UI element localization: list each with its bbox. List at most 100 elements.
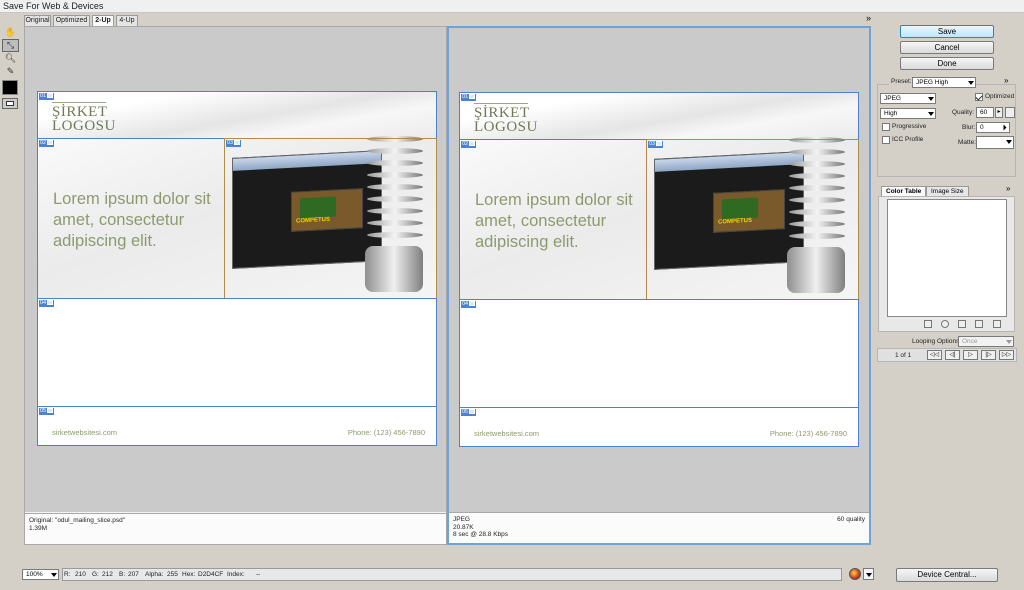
frame-counter: 1 of 1 <box>895 352 912 359</box>
icc-profile-checkbox[interactable] <box>882 136 890 144</box>
slice-01[interactable]: 01 <box>37 91 437 139</box>
slice-label: 03 <box>648 141 664 148</box>
optimized-info-bar: JPEG 20.87K 8 sec @ 28.8 Kbps 60 quality <box>449 512 869 543</box>
matte-select[interactable] <box>976 136 1014 149</box>
tab-image-size[interactable]: Image Size <box>926 186 969 196</box>
slice-label: 01 <box>461 94 477 101</box>
matte-label: Matte: <box>958 139 977 146</box>
optimized-filesize: 20.87K <box>453 523 474 531</box>
new-color-icon[interactable] <box>975 320 983 328</box>
quality-channel-icon[interactable] <box>1005 107 1015 118</box>
status-bar: 100% R: 210 G: 212 B: 207 Alpha: 255 Hex… <box>0 563 1024 590</box>
save-button[interactable]: Save <box>900 25 994 38</box>
lock-color-icon[interactable] <box>958 320 966 328</box>
next-frame-button[interactable]: |▷ <box>981 350 996 360</box>
green-value: 212 <box>102 571 113 578</box>
toggle-slices-visibility-icon[interactable] <box>2 98 18 109</box>
blur-input[interactable]: 0 <box>976 122 1010 133</box>
progressive-label: Progressive <box>892 123 927 130</box>
eyedropper-color-swatch[interactable] <box>2 80 18 95</box>
done-button[interactable]: Done <box>900 57 994 70</box>
preset-label: Preset: <box>889 77 914 86</box>
color-table-grid[interactable] <box>887 199 1007 317</box>
original-filesize: 1.39M <box>29 524 48 532</box>
slice-05[interactable]: 05 <box>37 406 437 446</box>
hex-label: Hex: <box>182 571 196 578</box>
looping-options-label: Looping Options: <box>912 338 962 345</box>
tab-original[interactable]: Original <box>24 15 51 26</box>
slice-05[interactable]: 05 <box>459 407 859 447</box>
original-info-bar: Original: "odul_mailing_slice.psd" 1.39M <box>25 513 446 544</box>
tab-optimized[interactable]: Optimized <box>53 15 90 26</box>
progressive-checkbox[interactable] <box>882 123 890 131</box>
icc-profile-label: ICC Profile <box>892 136 924 143</box>
web-shift-icon[interactable] <box>941 320 949 328</box>
play-button[interactable]: ▷ <box>963 350 978 360</box>
download-time: 8 sec @ 28.8 Kbps <box>453 531 509 538</box>
slice-label: 02 <box>461 141 477 148</box>
slice-label: 02 <box>39 140 55 147</box>
optimize-menu-icon[interactable]: » <box>1004 76 1008 85</box>
quality-slider-arrow-icon[interactable]: ▸ <box>995 107 1003 118</box>
quality-level-select[interactable]: High <box>880 108 936 119</box>
index-label: Index: <box>227 571 245 578</box>
device-central-button[interactable]: Device Central... <box>896 568 998 582</box>
alpha-value: 255 <box>167 571 178 578</box>
slice-02[interactable]: 02 <box>459 139 647 300</box>
format-select[interactable]: JPEG <box>880 93 936 104</box>
green-label: G: <box>92 571 99 578</box>
tab-4-up[interactable]: 4-Up <box>116 15 138 26</box>
slice-04[interactable]: 04 <box>37 298 437 407</box>
hand-tool-icon[interactable]: ✋ <box>2 26 19 39</box>
zoom-select[interactable]: 100% <box>22 569 59 580</box>
optimized-checkbox[interactable] <box>975 93 983 101</box>
first-frame-button[interactable]: ◁◁ <box>927 350 942 360</box>
window-title: Save For Web & Devices <box>3 1 104 11</box>
slice-03[interactable]: 03 <box>224 138 437 299</box>
cancel-button[interactable]: Cancel <box>900 41 994 54</box>
red-value: 210 <box>75 571 86 578</box>
index-value: -- <box>256 571 261 578</box>
previous-frame-button[interactable]: ◁| <box>945 350 960 360</box>
tab-2-up[interactable]: 2-Up <box>92 15 114 26</box>
preview-frame-original[interactable]: ŞİRKET LOGOSU Lorem ipsum dolor sit amet,… <box>24 26 447 545</box>
slice-label: 04 <box>39 300 55 307</box>
color-table-menu-icon[interactable]: » <box>1006 184 1010 193</box>
original-filename: Original: "odul_mailing_slice.psd" <box>29 517 126 524</box>
slice-label: 05 <box>39 408 55 415</box>
hex-value: D2D4CF <box>198 571 224 578</box>
zoom-tool-icon[interactable]: 🔍︎ <box>2 52 19 65</box>
looping-select[interactable]: Once <box>958 336 1014 347</box>
quality-input[interactable]: 60 <box>976 107 994 118</box>
color-readout-field <box>62 568 842 581</box>
preview-frame-optimized[interactable]: ŞİRKET LOGOSU Lorem ipsum dolor sit amet,… <box>447 26 871 545</box>
mail-image: ŞİRKET LOGOSU Lorem ipsum dolor sit amet,… <box>459 92 859 447</box>
panel-collapse-icon[interactable]: » <box>866 13 871 23</box>
red-label: R: <box>64 571 71 578</box>
slice-01[interactable]: 01 <box>459 92 859 140</box>
browser-menu-button[interactable] <box>863 568 874 580</box>
slice-select-tool-icon[interactable]: ⤡ <box>2 39 19 52</box>
quality-label: Quality: <box>952 109 975 116</box>
slice-label: 01 <box>39 93 55 100</box>
window-titlebar: Save For Web & Devices <box>0 0 1024 13</box>
preset-select[interactable]: JPEG High <box>912 77 976 88</box>
slice-label: 05 <box>461 409 477 416</box>
slice-02[interactable]: 02 <box>37 138 225 299</box>
slice-04[interactable]: 04 <box>459 299 859 408</box>
blur-label: Blur: <box>962 124 976 131</box>
eyedropper-tool-icon[interactable]: ✎ <box>2 65 19 78</box>
optimized-format: JPEG <box>453 516 470 523</box>
blue-label: B: <box>119 571 126 578</box>
mail-image: ŞİRKET LOGOSU Lorem ipsum dolor sit amet,… <box>37 91 437 446</box>
blue-value: 207 <box>128 571 139 578</box>
slice-label: 04 <box>461 301 477 308</box>
trash-icon[interactable] <box>993 320 1001 328</box>
tab-color-table[interactable]: Color Table <box>881 186 927 196</box>
slice-03[interactable]: 03 <box>646 139 859 300</box>
alpha-label: Alpha: <box>145 571 164 578</box>
map-transparent-icon[interactable] <box>924 320 932 328</box>
last-frame-button[interactable]: ▷▷ <box>999 350 1014 360</box>
optimized-label: Optimized <box>985 93 1015 100</box>
preview-browser-icon[interactable] <box>849 568 861 580</box>
